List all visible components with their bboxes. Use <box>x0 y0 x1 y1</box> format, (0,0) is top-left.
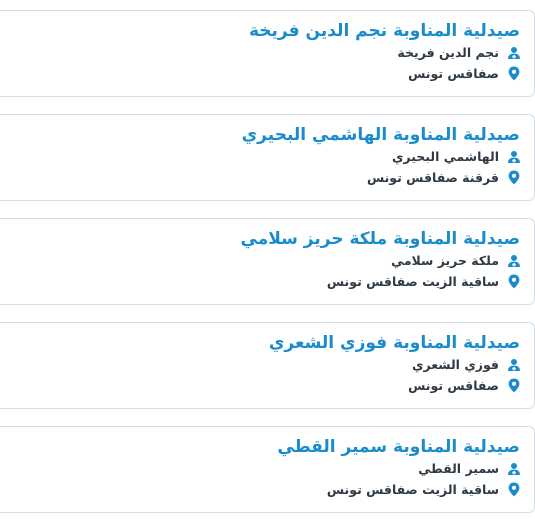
pharmacy-card[interactable]: صيدلية المناوبة نجم الدين فريخة نجم الدي… <box>0 10 535 97</box>
pharmacist-icon <box>507 46 521 60</box>
pharmacist-icon <box>507 358 521 372</box>
pharmacy-title[interactable]: صيدلية المناوبة سمير القطي <box>277 437 520 457</box>
owner-row: نجم الدين فريخة <box>397 45 521 60</box>
address-row: قرقنة صفاقس تونس <box>367 170 521 185</box>
pharmacist-icon <box>507 254 521 268</box>
owner-name: سمير القطي <box>418 461 499 476</box>
map-pin-icon <box>507 482 521 497</box>
map-pin-icon <box>507 170 521 185</box>
address-row: ساقية الزيت صفاقس تونس <box>327 274 521 289</box>
pharmacy-title[interactable]: صيدلية المناوبة نجم الدين فريخة <box>249 21 520 41</box>
pharmacy-card[interactable]: صيدلية المناوبة سمير القطي سمير القطي سا… <box>0 426 535 513</box>
pharmacy-list: صيدلية المناوبة نجم الدين فريخة نجم الدي… <box>0 0 535 522</box>
owner-row: سمير القطي <box>418 461 521 476</box>
pharmacy-card[interactable]: صيدلية المناوبة الهاشمي البحيري الهاشمي … <box>0 114 535 201</box>
owner-name: نجم الدين فريخة <box>397 45 499 60</box>
address-row: صفاقس تونس <box>408 66 521 81</box>
owner-name: فوزي الشعري <box>411 357 499 372</box>
map-pin-icon <box>507 66 521 81</box>
address-text: قرقنة صفاقس تونس <box>366 170 499 185</box>
owner-name: ملكة حريز سلامي <box>391 253 499 268</box>
pharmacy-card[interactable]: صيدلية المناوبة فوزي الشعري فوزي الشعري … <box>0 322 535 409</box>
pharmacy-title[interactable]: صيدلية المناوبة ملكة حريز سلامي <box>241 229 520 249</box>
map-pin-icon <box>507 274 521 289</box>
address-text: ساقية الزيت صفاقس تونس <box>326 482 499 497</box>
pharmacy-title[interactable]: صيدلية المناوبة الهاشمي البحيري <box>242 125 520 145</box>
owner-row: الهاشمي البحيري <box>392 149 521 164</box>
pharmacist-icon <box>507 462 521 476</box>
address-text: صفاقس تونس <box>408 378 499 393</box>
address-row: صفاقس تونس <box>408 378 521 393</box>
address-row: ساقية الزيت صفاقس تونس <box>327 482 521 497</box>
pharmacy-card[interactable]: صيدلية المناوبة ملكة حريز سلامي ملكة حري… <box>0 218 535 305</box>
map-pin-icon <box>507 378 521 393</box>
pharmacy-title[interactable]: صيدلية المناوبة فوزي الشعري <box>269 333 520 353</box>
pharmacist-icon <box>507 150 521 164</box>
address-text: صفاقس تونس <box>408 66 499 81</box>
owner-row: فوزي الشعري <box>412 357 521 372</box>
address-text: ساقية الزيت صفاقس تونس <box>326 274 499 289</box>
owner-name: الهاشمي البحيري <box>391 149 499 164</box>
owner-row: ملكة حريز سلامي <box>391 253 521 268</box>
